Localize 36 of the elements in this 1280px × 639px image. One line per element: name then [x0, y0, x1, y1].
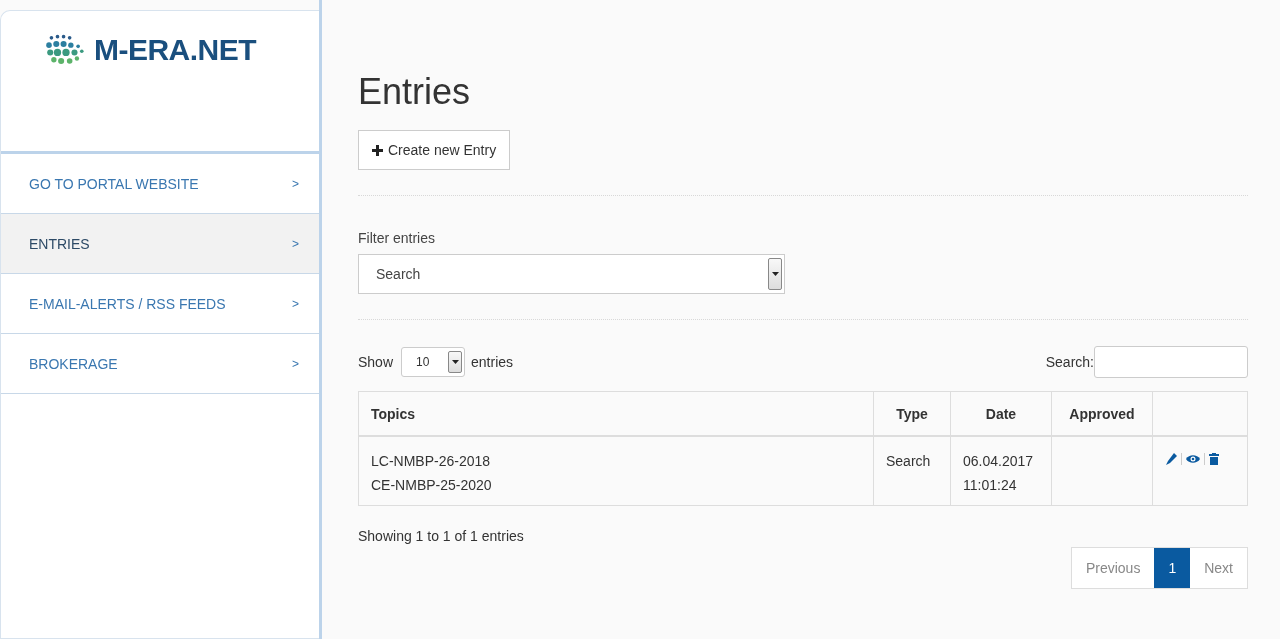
chevron-icon: > [292, 356, 299, 371]
filter-label: Filter entries [358, 230, 437, 246]
dropdown-button[interactable] [768, 258, 782, 290]
dropdown-button[interactable] [448, 351, 463, 373]
eye-icon[interactable] [1186, 454, 1200, 464]
pencil-icon[interactable] [1165, 453, 1177, 465]
column-header: Date [950, 391, 1052, 436]
caret-icon [771, 272, 779, 276]
pagination-button[interactable]: Next [1190, 548, 1247, 588]
pagination-button[interactable]: 1 [1154, 548, 1191, 588]
page-title: Entries [358, 70, 472, 114]
page-size-select[interactable]: 10 [401, 347, 466, 377]
topic-text: CE-NMBP-25-2020 [371, 476, 493, 495]
date-text: 06.04.2017 [963, 452, 1035, 471]
date-text: 11:01:24 [963, 476, 1018, 495]
create-button[interactable]: Create new Entry [358, 130, 511, 170]
chevron-icon: > [292, 236, 299, 251]
search-field[interactable] [1094, 346, 1248, 378]
plus-icon [372, 144, 383, 156]
search-label: Search: [1045, 354, 1094, 370]
type-cell-text: Search [886, 452, 932, 471]
chevron-icon: > [292, 296, 299, 311]
logo-text: M-ERA.NET [93, 33, 257, 67]
topic-text: LC-NMBP-26-2018 [371, 452, 492, 471]
column-header: Topics [358, 391, 874, 436]
column-header: Approved [1051, 391, 1153, 436]
table-info: Showing 1 to 1 of 1 entries [358, 528, 524, 546]
column-header: Type [873, 391, 951, 436]
entries-label: entries [471, 354, 514, 370]
caret-icon [451, 360, 459, 364]
pagination-button[interactable]: Previous [1071, 548, 1155, 588]
trash-icon[interactable] [1209, 453, 1219, 465]
filter-select[interactable]: Search [358, 254, 785, 294]
show-label: Show [358, 354, 394, 370]
chevron-icon: > [292, 176, 299, 191]
sidebar-item[interactable]: ENTRIES > [1, 214, 319, 274]
